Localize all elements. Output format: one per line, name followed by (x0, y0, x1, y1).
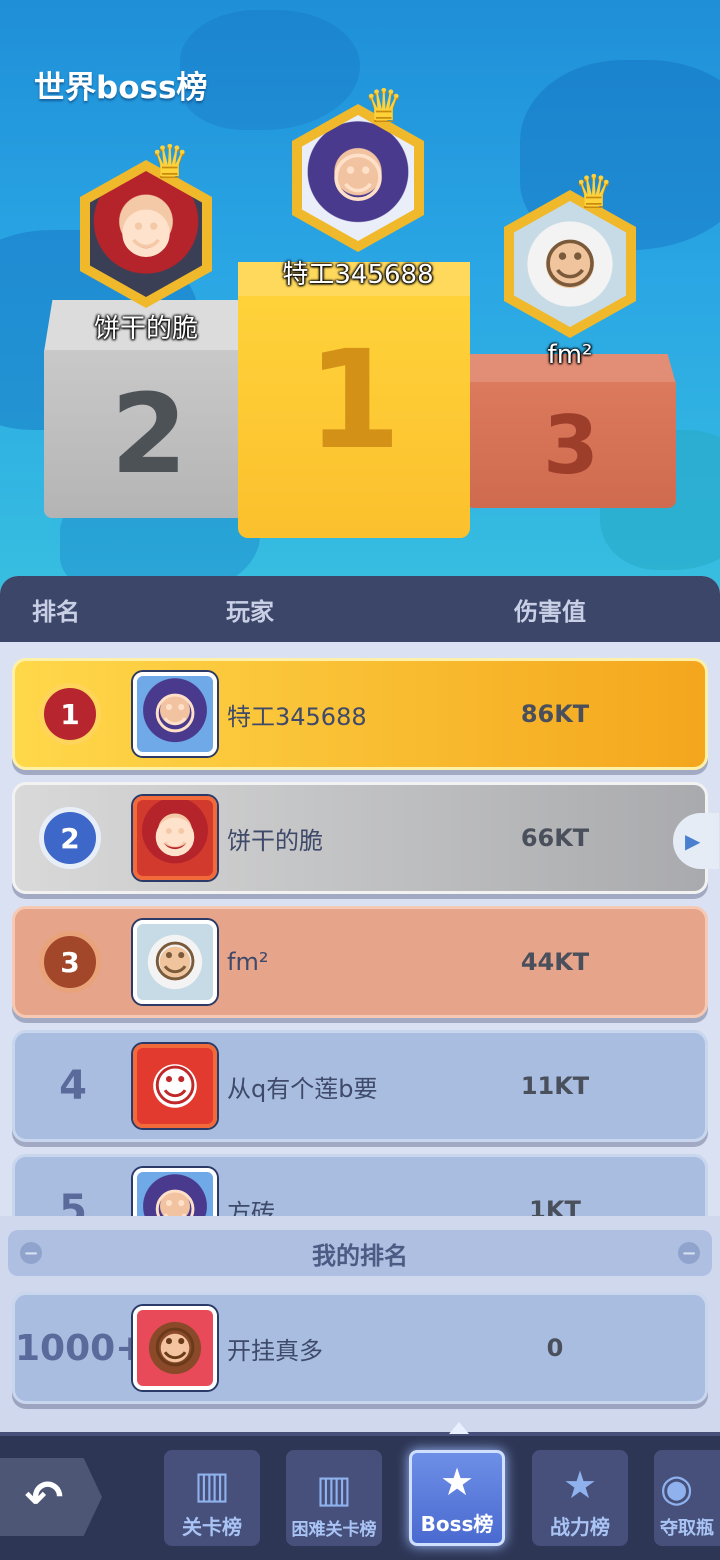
damage-value: 86KT (520, 700, 590, 728)
player-name: 特工345688 (227, 702, 367, 731)
table-row[interactable]: 5 ☺ 方砖 1KT (12, 1154, 708, 1216)
damage-value: 11KT (520, 1072, 590, 1100)
side-expand-tab[interactable]: ▶ (673, 813, 719, 869)
gunner-woman-avatar-icon[interactable]: ☻ (133, 796, 217, 880)
my-rank-label: 我的排名 (312, 1241, 408, 1270)
podium-number: 2 (110, 370, 188, 498)
podium-player-name: 饼干的脆 (93, 314, 198, 344)
cowboy-avatar-icon[interactable]: ☺ (133, 1306, 217, 1390)
player-name: fm² (227, 948, 269, 976)
shield-icon: ◉ (660, 1466, 694, 1510)
tab-hard-stage-ranking[interactable]: ▥ 困难关卡榜 (286, 1450, 382, 1546)
white-sheep-avatar-icon[interactable]: ☺ (133, 1044, 217, 1128)
agent-avatar-icon[interactable]: ☺ (292, 104, 424, 252)
column-header-player: 玩家 (226, 597, 274, 626)
podium-area: 世界boss榜 2 3 1 ☻ ♛ 饼干的脆 ☺ ♛ 特工345688 ☺ ♛ … (0, 0, 720, 600)
player-name: 开挂真多 (227, 1336, 323, 1365)
minus-icon: − (20, 1242, 42, 1264)
table-header: 排名 玩家 伤害值 (0, 576, 720, 642)
bottom-nav: ↶ ▥ 关卡榜 ▥ 困难关卡榜 ★ Boss榜 ★ 战力榜 ◉ 夺取瓶 (0, 1422, 720, 1560)
ranking-list[interactable]: 1 ☺ 特工345688 86KT 2 ☻ 饼干的脆 66KT ▶ 3 ☺ fm… (0, 642, 720, 1216)
podium-number: 3 (543, 398, 599, 492)
column-header-damage: 伤害值 (514, 597, 586, 626)
silver-medal-icon: 2 (25, 793, 115, 883)
podium-number: 1 (306, 322, 402, 480)
star-trophy-icon: ★ (562, 1463, 598, 1507)
agent-avatar-icon[interactable]: ☺ (133, 1168, 217, 1216)
podium-first-place: 1 (238, 262, 470, 538)
damage-value: 1KT (529, 1196, 581, 1216)
podium-front: 3 (466, 382, 676, 508)
podium-front: 2 (44, 350, 254, 518)
crown-icon: ♛ (364, 80, 404, 131)
crown-icon: ♛ (574, 166, 614, 217)
active-tab-pointer (449, 1422, 469, 1434)
podium-icon: ▥ (316, 1467, 352, 1511)
podium-third-place: 3 (466, 354, 676, 508)
my-rank-divider: − 我的排名 − (8, 1230, 712, 1276)
crown-icon: ♛ (150, 136, 190, 187)
back-button[interactable]: ↶ (0, 1458, 102, 1536)
damage-value: 44KT (520, 948, 590, 976)
agent-avatar-icon[interactable]: ☺ (133, 672, 217, 756)
tab-stage-ranking[interactable]: ▥ 关卡榜 (164, 1450, 260, 1546)
page-title: 世界boss榜 (34, 70, 208, 106)
gold-medal-icon: 1 (25, 669, 115, 759)
podium-player-name: fm² (547, 340, 593, 370)
rank-number: 5 (59, 1187, 87, 1216)
podium-icon: ▥ (194, 1463, 230, 1507)
rank-number: 1000+ (15, 1327, 146, 1369)
damage-value: 66KT (520, 824, 590, 852)
table-row[interactable]: 1 ☺ 特工345688 86KT (12, 658, 708, 770)
back-arrow-icon: ↶ (24, 1470, 64, 1524)
bronze-medal-icon: 3 (25, 917, 115, 1007)
leaderboard-panel: 排名 玩家 伤害值 1 ☺ 特工345688 86KT 2 ☻ 饼干的脆 66K… (0, 576, 720, 1436)
chef-boy-avatar-icon[interactable]: ☺ (133, 920, 217, 1004)
table-row[interactable]: 4 ☺ 从q有个莲b要 11KT (12, 1030, 708, 1142)
rank-number: 4 (59, 1063, 87, 1109)
tab-boss-ranking[interactable]: ★ Boss榜 (409, 1450, 505, 1546)
podium-front: 1 (238, 296, 470, 538)
podium-player-name: 特工345688 (282, 260, 434, 290)
tab-capture-ranking[interactable]: ◉ 夺取瓶 (654, 1450, 720, 1546)
tab-power-ranking[interactable]: ★ 战力榜 (532, 1450, 628, 1546)
table-row[interactable]: 2 ☻ 饼干的脆 66KT ▶ (12, 782, 719, 894)
table-row[interactable]: 3 ☺ fm² 44KT (12, 906, 708, 1018)
player-name: 饼干的脆 (227, 826, 323, 855)
player-name: 从q有个莲b要 (227, 1074, 378, 1103)
minus-icon: − (678, 1242, 700, 1264)
my-rank-row[interactable]: 1000+ ☺ 开挂真多 0 (12, 1292, 708, 1404)
player-name: 方砖 (227, 1198, 275, 1217)
star-trophy-icon: ★ (439, 1460, 475, 1504)
column-header-rank: 排名 (32, 597, 80, 626)
damage-value: 0 (546, 1334, 564, 1362)
